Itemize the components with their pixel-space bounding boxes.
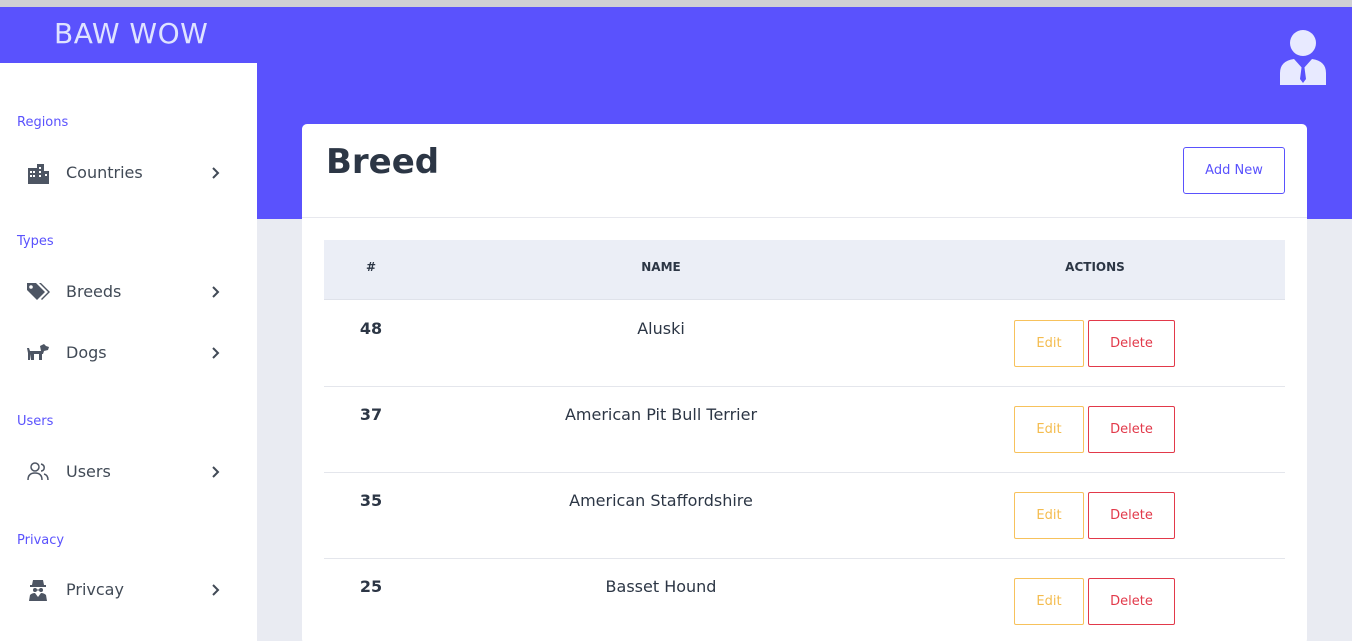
sidebar-item-dogs[interactable]: Dogs — [0, 333, 257, 373]
table-row: 35 American Staffordshire Edit Delete — [324, 473, 1285, 559]
sidebar-section-users: Users — [17, 414, 54, 429]
user-avatar-icon[interactable] — [1278, 29, 1328, 85]
table-header: # NAME ACTIONS — [324, 240, 1285, 300]
user-secret-icon — [26, 579, 50, 601]
brand-logo[interactable]: BAW WOW — [54, 17, 208, 50]
row-id: 25 — [359, 577, 383, 596]
tags-icon — [26, 281, 50, 303]
table-row: 37 American Pit Bull Terrier Edit Delete — [324, 387, 1285, 473]
sidebar-item-label: Dogs — [66, 343, 107, 362]
delete-button[interactable]: Delete — [1088, 492, 1175, 539]
row-id: 35 — [359, 491, 383, 510]
delete-button[interactable]: Delete — [1088, 320, 1175, 367]
edit-button[interactable]: Edit — [1014, 578, 1084, 625]
column-header-actions: ACTIONS — [1065, 260, 1125, 274]
table-row: 25 Basset Hound Edit Delete — [324, 559, 1285, 641]
city-icon — [26, 162, 50, 184]
row-name: Basset Hound — [605, 577, 717, 596]
sidebar-item-privacy[interactable]: Privcay — [0, 570, 257, 610]
users-icon — [26, 461, 50, 483]
edit-button[interactable]: Edit — [1014, 492, 1084, 539]
delete-button[interactable]: Delete — [1088, 578, 1175, 625]
sidebar: Regions Countries Types Breeds Dogs User… — [0, 63, 257, 641]
sidebar-item-breeds[interactable]: Breeds — [0, 272, 257, 312]
column-header-id: # — [365, 260, 377, 274]
sidebar-item-label: Privcay — [66, 580, 124, 599]
page-title: Breed — [326, 142, 440, 182]
sidebar-item-users[interactable]: Users — [0, 452, 257, 492]
breed-card: Breed Add New # NAME ACTIONS 48 Aluski E… — [302, 124, 1307, 641]
row-name: American Staffordshire — [569, 491, 753, 510]
sidebar-item-countries[interactable]: Countries — [0, 153, 257, 193]
add-new-button[interactable]: Add New — [1183, 147, 1285, 194]
chevron-right-icon — [209, 284, 223, 300]
table-row: 48 Aluski Edit Delete — [324, 301, 1285, 387]
sidebar-section-regions: Regions — [17, 115, 69, 130]
divider — [302, 217, 1307, 218]
sidebar-section-types: Types — [17, 234, 54, 249]
chevron-right-icon — [209, 582, 223, 598]
row-name: American Pit Bull Terrier — [564, 405, 758, 424]
sidebar-item-label: Breeds — [66, 282, 122, 301]
column-header-name: NAME — [641, 260, 681, 274]
chevron-right-icon — [209, 464, 223, 480]
chevron-right-icon — [209, 345, 223, 361]
sidebar-item-label: Users — [66, 462, 111, 481]
edit-button[interactable]: Edit — [1014, 406, 1084, 453]
sidebar-item-label: Countries — [66, 163, 143, 182]
row-id: 48 — [359, 319, 383, 338]
row-id: 37 — [359, 405, 383, 424]
sidebar-section-privacy: Privacy — [17, 533, 65, 548]
dog-icon — [26, 342, 50, 364]
chevron-right-icon — [209, 165, 223, 181]
edit-button[interactable]: Edit — [1014, 320, 1084, 367]
browser-top-strip — [0, 0, 1352, 7]
row-name: Aluski — [637, 319, 685, 338]
delete-button[interactable]: Delete — [1088, 406, 1175, 453]
